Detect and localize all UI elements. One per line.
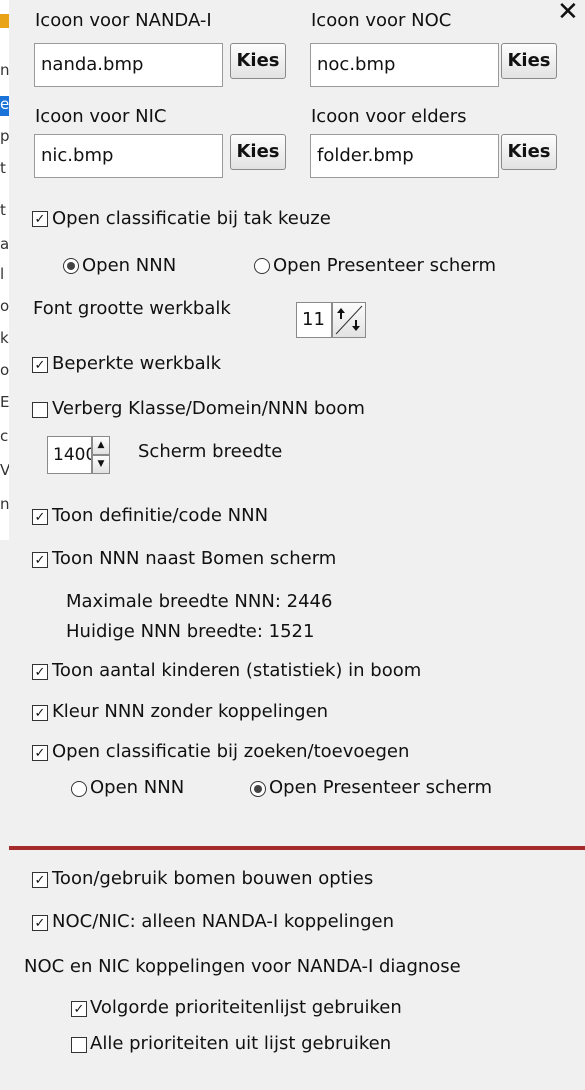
verberg-checkbox[interactable] <box>32 402 48 418</box>
noc-choose-button[interactable]: Kies <box>501 43 557 79</box>
noc-icon-label: Icoon voor NOC <box>311 10 452 31</box>
elders-choose-button[interactable]: Kies <box>501 134 557 170</box>
noc-nic-label: NOC/NIC: alleen NANDA-I koppelingen <box>52 911 394 932</box>
noc-nic-checkbox[interactable]: ✓ <box>32 915 48 931</box>
bg-fragment: E <box>0 394 9 410</box>
nanda-icon-label: Icoon voor NANDA-I <box>35 10 212 31</box>
bg-fragment: V <box>0 462 9 478</box>
app-icon <box>0 14 9 28</box>
background-window-edge: n e p t t a l o k o E c V n <box>0 0 9 540</box>
bg-fragment: c <box>0 428 9 444</box>
volgorde-label: Volgorde prioriteitenlijst gebruiken <box>90 997 402 1018</box>
open-zoeken-presenteer-radio[interactable] <box>250 781 266 797</box>
checkmark-icon: ✓ <box>34 509 46 525</box>
checkmark-icon: ✓ <box>34 872 46 888</box>
bg-fragment: l <box>0 266 5 282</box>
font-size-value[interactable]: 11 <box>296 302 332 338</box>
nic-icon-label: Icoon voor NIC <box>35 106 167 127</box>
max-breedte-text: Maximale breedte NNN: 2446 <box>66 591 333 612</box>
toon-naast-label: Toon NNN naast Bomen scherm <box>52 548 337 569</box>
alle-checkbox[interactable] <box>71 1037 87 1053</box>
checkmark-icon: ✓ <box>34 915 46 931</box>
bg-fragment: n <box>0 62 9 78</box>
arrow-up-icon: ▲ <box>97 440 105 450</box>
nic-icon-field[interactable]: nic.bmp <box>34 134 223 178</box>
checkmark-icon: ✓ <box>34 664 46 680</box>
open-tak-presenteer-radio[interactable] <box>254 258 270 274</box>
huidige-breedte-text: Huidige NNN breedte: 1521 <box>66 621 315 642</box>
checkmark-icon: ✓ <box>34 745 46 761</box>
arrow-down-icon: ▼ <box>97 459 105 469</box>
volgorde-checkbox[interactable]: ✓ <box>71 1001 87 1017</box>
bg-fragment: t <box>0 202 6 218</box>
bomen-checkbox[interactable]: ✓ <box>32 872 48 888</box>
kleur-nnn-checkbox[interactable]: ✓ <box>32 705 48 721</box>
open-tak-label: Open classificatie bij tak keuze <box>52 208 331 229</box>
scherm-breedte-label: Scherm breedte <box>138 441 283 462</box>
elders-icon-label: Icoon voor elders <box>311 106 467 127</box>
open-tak-checkbox[interactable]: ✓ <box>32 211 48 227</box>
settings-panel: ✕ Icoon voor NANDA-I nanda.bmp Kies Icoo… <box>9 0 585 1090</box>
bg-fragment: e <box>0 96 9 116</box>
koppelingen-heading: NOC en NIC koppelingen voor NANDA-I diag… <box>24 956 461 977</box>
toon-definitie-label: Toon definitie/code NNN <box>52 505 269 526</box>
beperkte-label: Beperkte werkbalk <box>52 353 222 374</box>
bg-fragment: k <box>0 330 9 346</box>
section-divider <box>9 846 585 850</box>
open-tak-presenteer-label: Open Presenteer scherm <box>273 255 496 276</box>
open-zoeken-nnn-radio[interactable] <box>71 781 87 797</box>
elders-icon-field[interactable]: folder.bmp <box>310 134 499 178</box>
alle-label: Alle prioriteiten uit lijst gebruiken <box>90 1033 392 1054</box>
checkmark-icon: ✓ <box>34 357 46 373</box>
open-zoeken-presenteer-label: Open Presenteer scherm <box>269 777 492 798</box>
nanda-icon-field[interactable]: nanda.bmp <box>34 43 223 87</box>
scherm-breedte-up[interactable]: ▲ <box>92 436 110 455</box>
scherm-breedte-value[interactable]: 1400 <box>47 436 92 474</box>
bg-fragment: o <box>0 362 9 378</box>
bg-fragment: p <box>0 128 9 144</box>
toon-definitie-checkbox[interactable]: ✓ <box>32 509 48 525</box>
toon-naast-checkbox[interactable]: ✓ <box>32 552 48 568</box>
bg-fragment: n <box>0 496 9 512</box>
bg-fragment: o <box>0 298 9 314</box>
checkmark-icon: ✓ <box>73 1001 85 1017</box>
open-tak-nnn-radio[interactable] <box>63 258 79 274</box>
scherm-breedte-down[interactable]: ▼ <box>92 455 110 474</box>
nanda-choose-button[interactable]: Kies <box>230 43 286 79</box>
verberg-label: Verberg Klasse/Domein/NNN boom <box>52 398 365 419</box>
noc-icon-field[interactable]: noc.bmp <box>310 43 499 87</box>
kleur-nnn-label: Kleur NNN zonder koppelingen <box>52 701 329 722</box>
checkmark-icon: ✓ <box>34 552 46 568</box>
bg-fragment: a <box>0 236 9 252</box>
close-icon[interactable]: ✕ <box>557 0 579 26</box>
toon-aantal-label: Toon aantal kinderen (statistiek) in boo… <box>52 660 422 681</box>
checkmark-icon: ✓ <box>34 705 46 721</box>
beperkte-checkbox[interactable]: ✓ <box>32 357 48 373</box>
nic-choose-button[interactable]: Kies <box>230 134 286 170</box>
open-tak-nnn-label: Open NNN <box>82 255 177 276</box>
open-zoeken-nnn-label: Open NNN <box>90 777 185 798</box>
open-zoeken-label: Open classificatie bij zoeken/toevoegen <box>52 741 410 762</box>
checkmark-icon: ✓ <box>34 211 46 227</box>
spinner-arrows-icon <box>335 305 363 335</box>
font-size-label: Font grootte werkbalk <box>33 298 231 319</box>
bomen-label: Toon/gebruik bomen bouwen opties <box>52 868 374 889</box>
open-zoeken-checkbox[interactable]: ✓ <box>32 745 48 761</box>
bg-fragment: t <box>0 160 6 176</box>
toon-aantal-checkbox[interactable]: ✓ <box>32 664 48 680</box>
font-size-spinner[interactable] <box>332 302 366 338</box>
